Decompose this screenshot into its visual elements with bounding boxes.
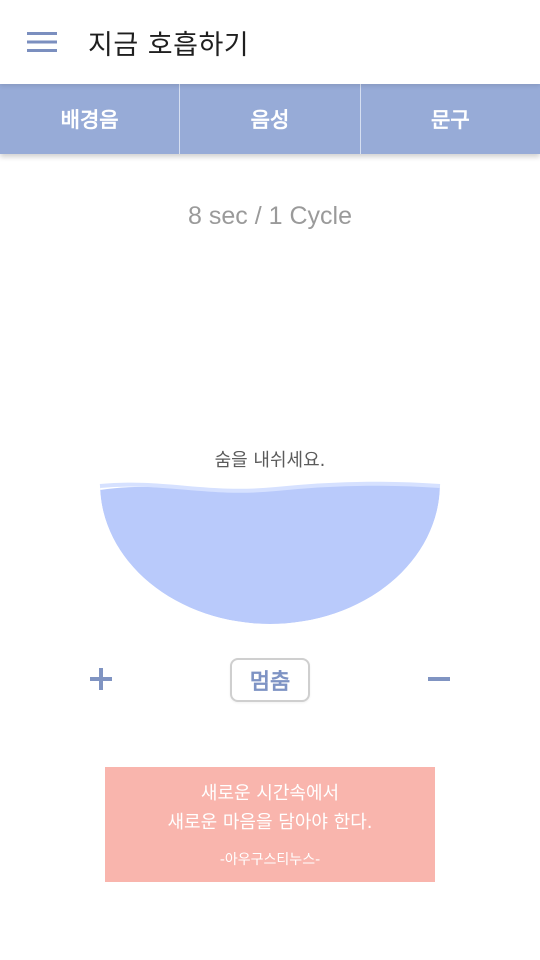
increase-button[interactable]: [84, 662, 118, 696]
breathing-controls: 멈춤: [0, 658, 540, 704]
quote-author: -아우구스티누스-: [219, 852, 321, 868]
stop-button[interactable]: 멈춤: [230, 658, 310, 702]
breathing-instruction: 숨을 내쉬세요.: [214, 450, 326, 471]
breath-water-fill: [100, 484, 440, 624]
breathing-bowl: [99, 481, 441, 624]
plus-icon[interactable]: [90, 668, 112, 690]
cycle-info: 8 sec / 1 Cycle: [188, 202, 352, 230]
app-bar: 지금 호흡하기: [0, 0, 540, 84]
tab-phrase[interactable]: 문구: [361, 84, 540, 154]
tab-voice[interactable]: 음성: [180, 84, 361, 154]
decrease-button[interactable]: [422, 662, 456, 696]
page-title: 지금 호흡하기: [88, 29, 250, 61]
menu-button[interactable]: [0, 0, 84, 84]
quote-card: 새로운 시간속에서 새로운 마음을 담아야 한다. -아우구스티누스-: [105, 767, 435, 882]
minus-icon[interactable]: [428, 668, 450, 690]
settings-tabs: 배경음 음성 문구: [0, 84, 540, 154]
tab-background-sound[interactable]: 배경음: [0, 84, 181, 154]
quote-text-line1: 새로운 시간속에서: [200, 783, 340, 804]
quote-text-line2: 새로운 마음을 담아야 한다.: [167, 812, 373, 833]
hamburger-menu-icon[interactable]: [27, 31, 57, 53]
